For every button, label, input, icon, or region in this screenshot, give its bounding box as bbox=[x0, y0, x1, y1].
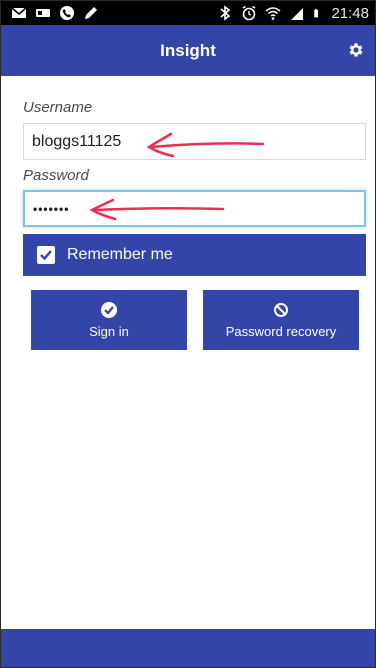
password-input[interactable] bbox=[33, 201, 364, 216]
signal-icon bbox=[291, 8, 304, 20]
remember-me-toggle[interactable]: Remember me bbox=[23, 234, 366, 276]
remember-checkbox[interactable] bbox=[37, 246, 55, 264]
status-time: 21:48 bbox=[331, 4, 369, 22]
password-label: Password bbox=[23, 167, 89, 184]
check-icon bbox=[101, 301, 117, 318]
username-input[interactable] bbox=[32, 132, 365, 151]
sim-icon bbox=[36, 9, 50, 17]
pencil-icon bbox=[85, 7, 97, 19]
username-label: Username bbox=[23, 99, 93, 116]
wifi-icon bbox=[265, 7, 281, 20]
password-recovery-label: Password recovery bbox=[225, 323, 337, 339]
sign-in-label: Sign in bbox=[89, 323, 129, 339]
settings-button[interactable] bbox=[345, 39, 367, 61]
status-right-icons: 21:48 bbox=[217, 5, 369, 22]
bottom-bar bbox=[1, 629, 375, 667]
battery-icon bbox=[314, 8, 319, 18]
prohibited-icon bbox=[274, 302, 288, 317]
gear-icon bbox=[349, 43, 363, 57]
alarm-icon bbox=[243, 5, 256, 21]
remember-label: Remember me bbox=[67, 246, 173, 263]
bluetooth-icon bbox=[220, 5, 231, 21]
phone-icon bbox=[60, 6, 74, 20]
check-icon bbox=[40, 250, 52, 261]
app-bar: Insight bbox=[1, 25, 375, 76]
gmail-icon bbox=[11, 7, 27, 18]
username-field[interactable] bbox=[23, 123, 366, 160]
password-field[interactable] bbox=[23, 190, 366, 227]
status-left-icons bbox=[11, 5, 99, 21]
status-bar: 21:48 bbox=[1, 1, 375, 25]
sign-in-button[interactable]: Sign in bbox=[31, 290, 187, 350]
app-screen: 21:48 Insight Username Password Remember… bbox=[0, 0, 376, 668]
app-title: Insight bbox=[160, 40, 216, 60]
password-recovery-button[interactable]: Password recovery bbox=[203, 290, 359, 350]
